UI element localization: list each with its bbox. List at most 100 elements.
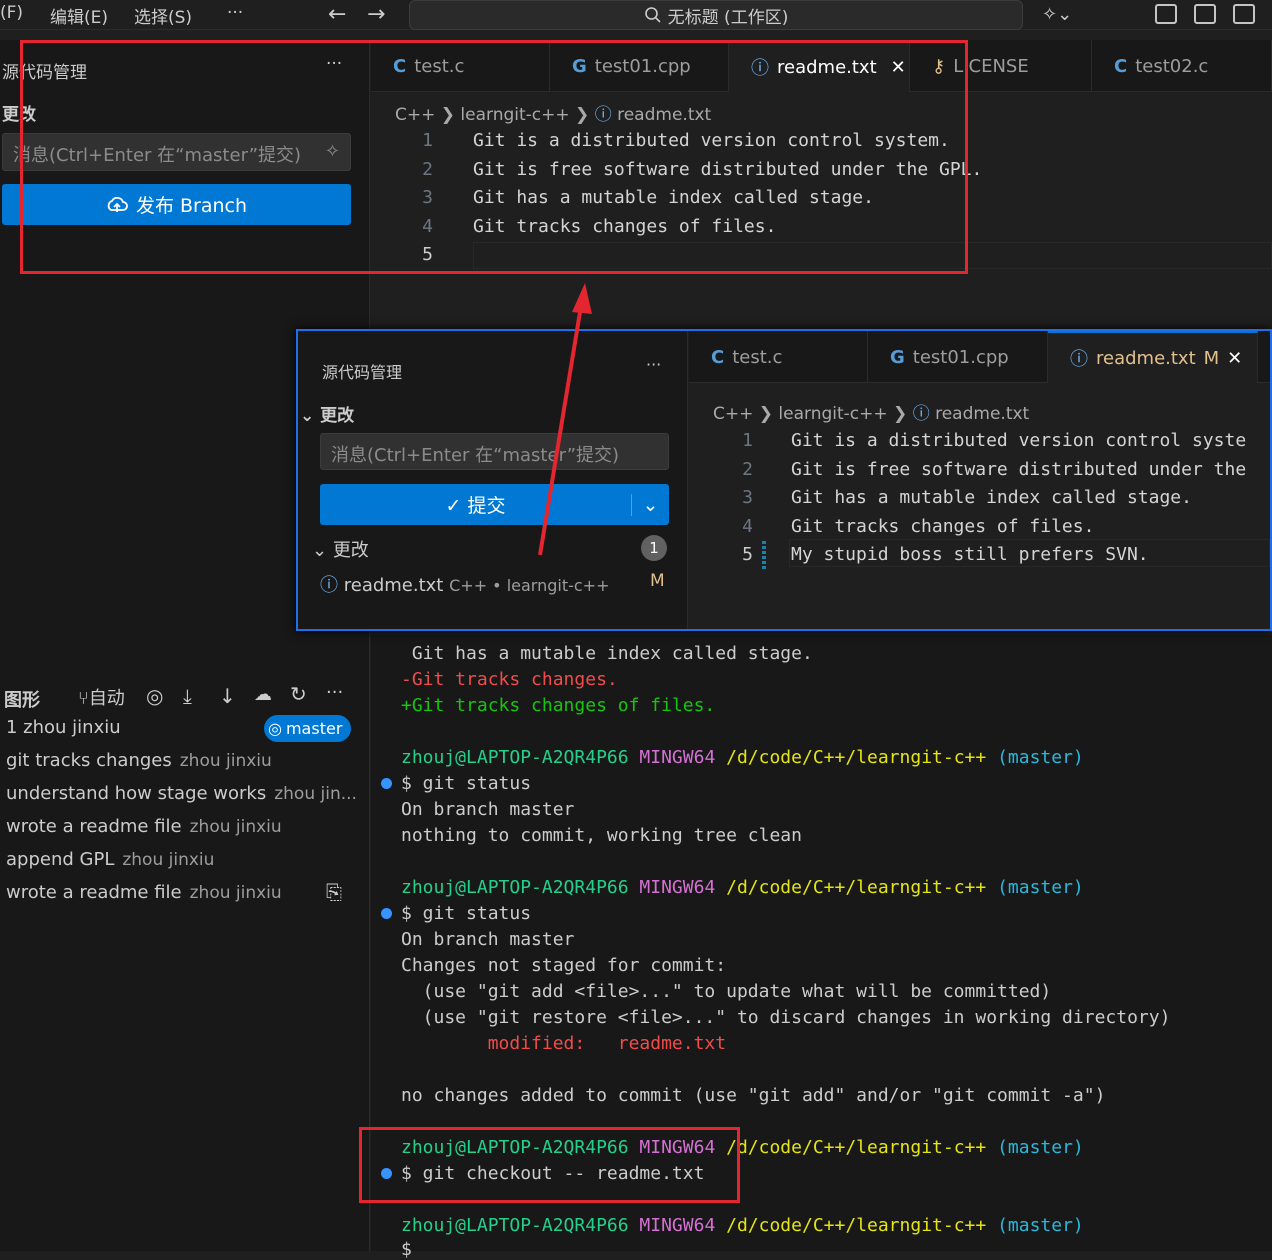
breadcrumb-item[interactable]: C++	[713, 404, 753, 424]
search-icon	[644, 7, 661, 23]
back-arrow-icon[interactable]: ←	[328, 2, 346, 27]
prompt-path: /d/code/C++/learngit-c++	[726, 1137, 987, 1158]
graph-item[interactable]: git tracks changes zhou jinxiu	[6, 750, 272, 771]
prompt-path: /d/code/C++/learngit-c++	[726, 747, 987, 768]
overlay-breadcrumb: C++ ❯ learngit-c++ ❯ ⓘ readme.txt	[713, 404, 1030, 424]
diff-removed-line: -Git tracks changes.	[401, 669, 618, 690]
push-icon[interactable]: ☁	[254, 684, 272, 705]
terminal-output: no changes added to commit (use "git add…	[401, 1085, 1106, 1106]
annotation-box-top	[20, 40, 968, 274]
overlay-section-label: 更改	[320, 406, 355, 426]
prompt-branch: (master)	[997, 877, 1084, 898]
prompt-branch: (master)	[997, 1215, 1084, 1236]
overlay-more-button[interactable]: ···	[646, 355, 661, 374]
refresh-icon[interactable]: ↻	[290, 682, 307, 706]
terminal-output-modified: modified: readme.txt	[401, 1033, 727, 1054]
overlay-sidebar-title: 源代码管理	[322, 363, 403, 382]
open-changes-icon[interactable]: ⎘	[326, 880, 342, 904]
prompt-user: zhouj@LAPTOP-A2QR4P66	[401, 1215, 629, 1236]
pull-icon[interactable]: ↓	[219, 684, 236, 708]
overlay-tab-test01-cpp[interactable]: Gtest01.cpp	[868, 331, 1048, 383]
line-number: 1	[742, 430, 753, 451]
fetch-icon[interactable]: ⤓	[183, 684, 192, 708]
diff-line: Git has a mutable index called stage.	[401, 643, 813, 664]
code-line: Git is a distributed version control sys…	[791, 430, 1247, 451]
annotation-box-checkout	[359, 1127, 740, 1203]
graph-more-button[interactable]: ···	[326, 682, 343, 703]
overlay-changes-label: 更改	[332, 540, 369, 561]
overlay-commit-placeholder: 消息(Ctrl+Enter 在“master”提交)	[331, 445, 620, 466]
forward-arrow-icon[interactable]: →	[367, 2, 385, 27]
menu-select[interactable]: 选择(S)	[134, 3, 192, 28]
breadcrumb-item[interactable]: learngit-c++	[778, 404, 887, 424]
terminal-prompt: zhouj@LAPTOP-A2QR4P66 MINGW64 /d/code/C+…	[401, 1215, 1084, 1236]
graph-item[interactable]: wrote a readme file zhou jinxiu	[6, 816, 282, 837]
graph-auto-button[interactable]: ⑂自动	[78, 684, 125, 710]
command-decoration-icon[interactable]	[381, 778, 392, 789]
graph-title[interactable]: 图形	[4, 686, 40, 712]
overlay-commit-label-wrap: ✓ 提交	[320, 491, 631, 518]
overlay-tab-readme-txt[interactable]: ⓘ readme.txt M ✕	[1048, 331, 1258, 383]
overlay-commit-message-input[interactable]: 消息(Ctrl+Enter 在“master”提交)	[320, 433, 669, 470]
terminal-output: nothing to commit, working tree clean	[401, 825, 802, 846]
breadcrumb-item[interactable]: readme.txt	[935, 404, 1029, 424]
graph-item-author: zhou jinxiu	[189, 817, 282, 837]
line-number: 5	[742, 544, 753, 565]
tab-label: readme.txt	[1096, 347, 1196, 369]
target-icon[interactable]: ◎	[146, 684, 163, 708]
overlay-changes-group[interactable]: ⌄ 更改	[312, 536, 369, 562]
graph-item[interactable]: wrote a readme file zhou jinxiu	[6, 882, 282, 903]
close-icon[interactable]: ✕	[1227, 348, 1242, 369]
target-icon: ◎	[268, 719, 282, 738]
overlay-code-area[interactable]: Git is a distributed version control sys…	[791, 426, 1270, 576]
terminal-command: $ git status	[401, 773, 532, 794]
toggle-sidebar-icon[interactable]	[1194, 4, 1216, 24]
terminal-prompt: zhouj@LAPTOP-A2QR4P66 MINGW64 /d/code/C+…	[401, 877, 1084, 898]
menu-more[interactable]: ···	[227, 3, 243, 23]
tab-test02-c[interactable]: Ctest02.c	[1092, 40, 1272, 92]
menu-bar: (F) 编辑(E) 选择(S) ··· ← → 无标题 (工作区) ✧⌄	[0, 0, 1272, 30]
line-number: 3	[742, 487, 753, 508]
overlay-changes-header[interactable]: ⌄ 更改	[300, 401, 354, 426]
terminal-output: Changes not staged for commit:	[401, 955, 727, 976]
prompt-env: MINGW64	[639, 747, 716, 768]
prompt-path: /d/code/C++/learngit-c++	[726, 877, 987, 898]
changed-file-name: readme.txt	[343, 575, 444, 596]
toggle-panel-icon[interactable]	[1233, 4, 1255, 24]
graph-item[interactable]: append GPL zhou jinxiu	[6, 849, 214, 870]
branch-badge[interactable]: ◎ master	[264, 715, 351, 742]
search-label: 无标题 (工作区)	[667, 7, 789, 28]
terminal-output: (use "git restore <file>..." to discard …	[401, 1007, 1171, 1028]
command-center-search[interactable]: 无标题 (工作区)	[409, 0, 1023, 30]
menu-edit[interactable]: 编辑(E)	[50, 3, 108, 28]
c-file-icon: C	[1114, 55, 1128, 77]
modified-line-gutter-indicator[interactable]	[762, 541, 766, 569]
copilot-icon[interactable]: ✧⌄	[1042, 4, 1072, 25]
overlay-commit-button[interactable]: ✓ 提交 ⌄	[320, 484, 669, 525]
graph-item-message: understand how stage works	[6, 783, 267, 804]
menu-file[interactable]: (F)	[0, 3, 23, 23]
graph-item[interactable]: understand how stage works zhou jin...	[6, 783, 357, 804]
prompt-branch: (master)	[997, 1137, 1084, 1158]
terminal-output: (use "git add <file>..." to update what …	[401, 981, 1052, 1002]
graph-item-author: zhou jin...	[274, 784, 357, 804]
graph-item-message: append GPL	[6, 849, 115, 870]
graph-item-message: 1 zhou jinxiu	[6, 717, 121, 738]
info-icon: ⓘ	[320, 575, 338, 596]
graph-item-author: zhou jinxiu	[189, 883, 282, 903]
prompt-env: MINGW64	[639, 1215, 716, 1236]
terminal-command: $	[401, 1239, 423, 1260]
layout-icon[interactable]	[1155, 4, 1177, 24]
overlay-changed-file-item[interactable]: ⓘ readme.txt C++ • learngit-c++	[320, 571, 610, 597]
info-icon: ⓘ	[1070, 349, 1088, 370]
graph-auto-label: 自动	[88, 688, 125, 709]
code-line: Git is free software distributed under t…	[791, 459, 1247, 480]
info-icon: ⓘ	[912, 404, 930, 424]
chevron-down-icon[interactable]: ⌄	[631, 493, 669, 516]
overlay-screenshot: 源代码管理 ··· ⌄ 更改 消息(Ctrl+Enter 在“master”提交…	[296, 329, 1272, 631]
command-decoration-icon[interactable]	[381, 908, 392, 919]
cpp-file-icon: G	[890, 346, 905, 368]
check-icon: ✓	[445, 495, 468, 517]
overlay-tab-test-c[interactable]: Ctest.c	[689, 331, 868, 383]
graph-item[interactable]: 1 zhou jinxiu	[6, 717, 121, 738]
